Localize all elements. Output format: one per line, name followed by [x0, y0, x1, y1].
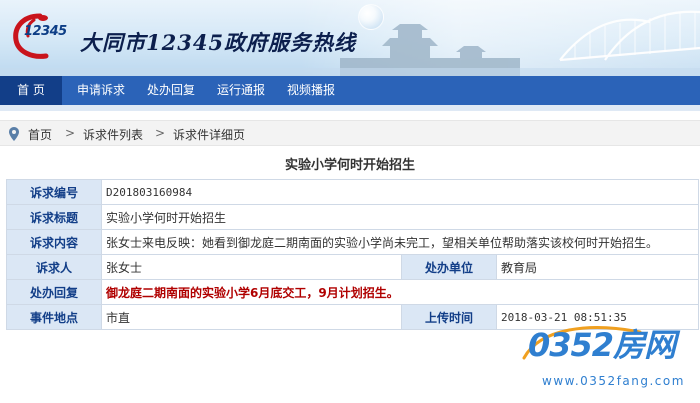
handling-unit-value: 教育局 [496, 254, 699, 280]
nav-item-video-report[interactable]: 视频播报 [280, 76, 342, 105]
event-location-label: 事件地点 [6, 304, 102, 330]
table-row: 诉求编号 D201803160984 [6, 179, 699, 205]
table-row: 诉求人 张女士 处办单位 教育局 [6, 254, 699, 280]
header-banner: 12345 大同市12345政府服务热线 [0, 0, 700, 76]
request-subject-label: 诉求标题 [6, 204, 102, 230]
watermark-url: www.0352fang.com [542, 374, 685, 388]
handling-unit-label: 处办单位 [401, 254, 497, 280]
nav-item-submit-request[interactable]: 申请诉求 [70, 76, 132, 105]
logo-text: 12345 [24, 24, 67, 39]
nav-item-replies[interactable]: 处办回复 [140, 76, 202, 105]
bubble-decoration [358, 4, 384, 30]
table-row: 诉求标题 实验小学何时开始招生 [6, 204, 699, 230]
watermark: 0352房网 www.0352fang.com [520, 318, 698, 400]
request-detail-table: 诉求编号 D201803160984 诉求标题 实验小学何时开始招生 诉求内容 … [6, 179, 699, 330]
request-id-label: 诉求编号 [6, 179, 102, 205]
reply-label: 处办回复 [6, 279, 102, 305]
breadcrumb-separator: > [65, 126, 76, 140]
nav-separator [0, 105, 700, 111]
request-content-label: 诉求内容 [6, 229, 102, 255]
watermark-logo: 0352房网 [528, 326, 676, 364]
breadcrumb-request-detail: 诉求件详细页 [173, 128, 246, 142]
table-row: 处办回复 御龙庭二期南面的实验小学6月底交工，9月计划招生。 [6, 279, 699, 305]
main-nav: 首 页 申请诉求 处办回复 运行通报 视频播报 [0, 76, 700, 105]
request-subject-value: 实验小学何时开始招生 [101, 204, 699, 230]
request-id-value: D201803160984 [101, 179, 699, 205]
page-title: 实验小学何时开始招生 [284, 158, 415, 173]
table-row: 诉求内容 张女士来电反映：她看到御龙庭二期南面的实验小学尚未完工，望相关单位帮助… [6, 229, 699, 255]
breadcrumb-separator: > [155, 126, 166, 140]
location-pin-icon [9, 127, 19, 141]
breadcrumb-home[interactable]: 首页 [28, 126, 52, 143]
requester-label: 诉求人 [6, 254, 102, 280]
requester-value: 张女士 [101, 254, 402, 280]
nav-item-home[interactable]: 首 页 [0, 76, 62, 105]
upload-time-label: 上传时间 [401, 304, 497, 330]
reply-value: 御龙庭二期南面的实验小学6月底交工，9月计划招生。 [101, 279, 699, 305]
breadcrumb-request-list[interactable]: 诉求件列表 [83, 126, 143, 143]
site-title: 大同市12345政府服务热线 [80, 30, 357, 55]
event-location-value: 市直 [101, 304, 402, 330]
nav-item-operation-report[interactable]: 运行通报 [210, 76, 272, 105]
breadcrumb: 首页 > 诉求件列表 > 诉求件详细页 [0, 120, 700, 146]
request-content-value: 张女士来电反映：她看到御龙庭二期南面的实验小学尚未完工，望相关单位帮助落实该校何… [101, 229, 699, 255]
